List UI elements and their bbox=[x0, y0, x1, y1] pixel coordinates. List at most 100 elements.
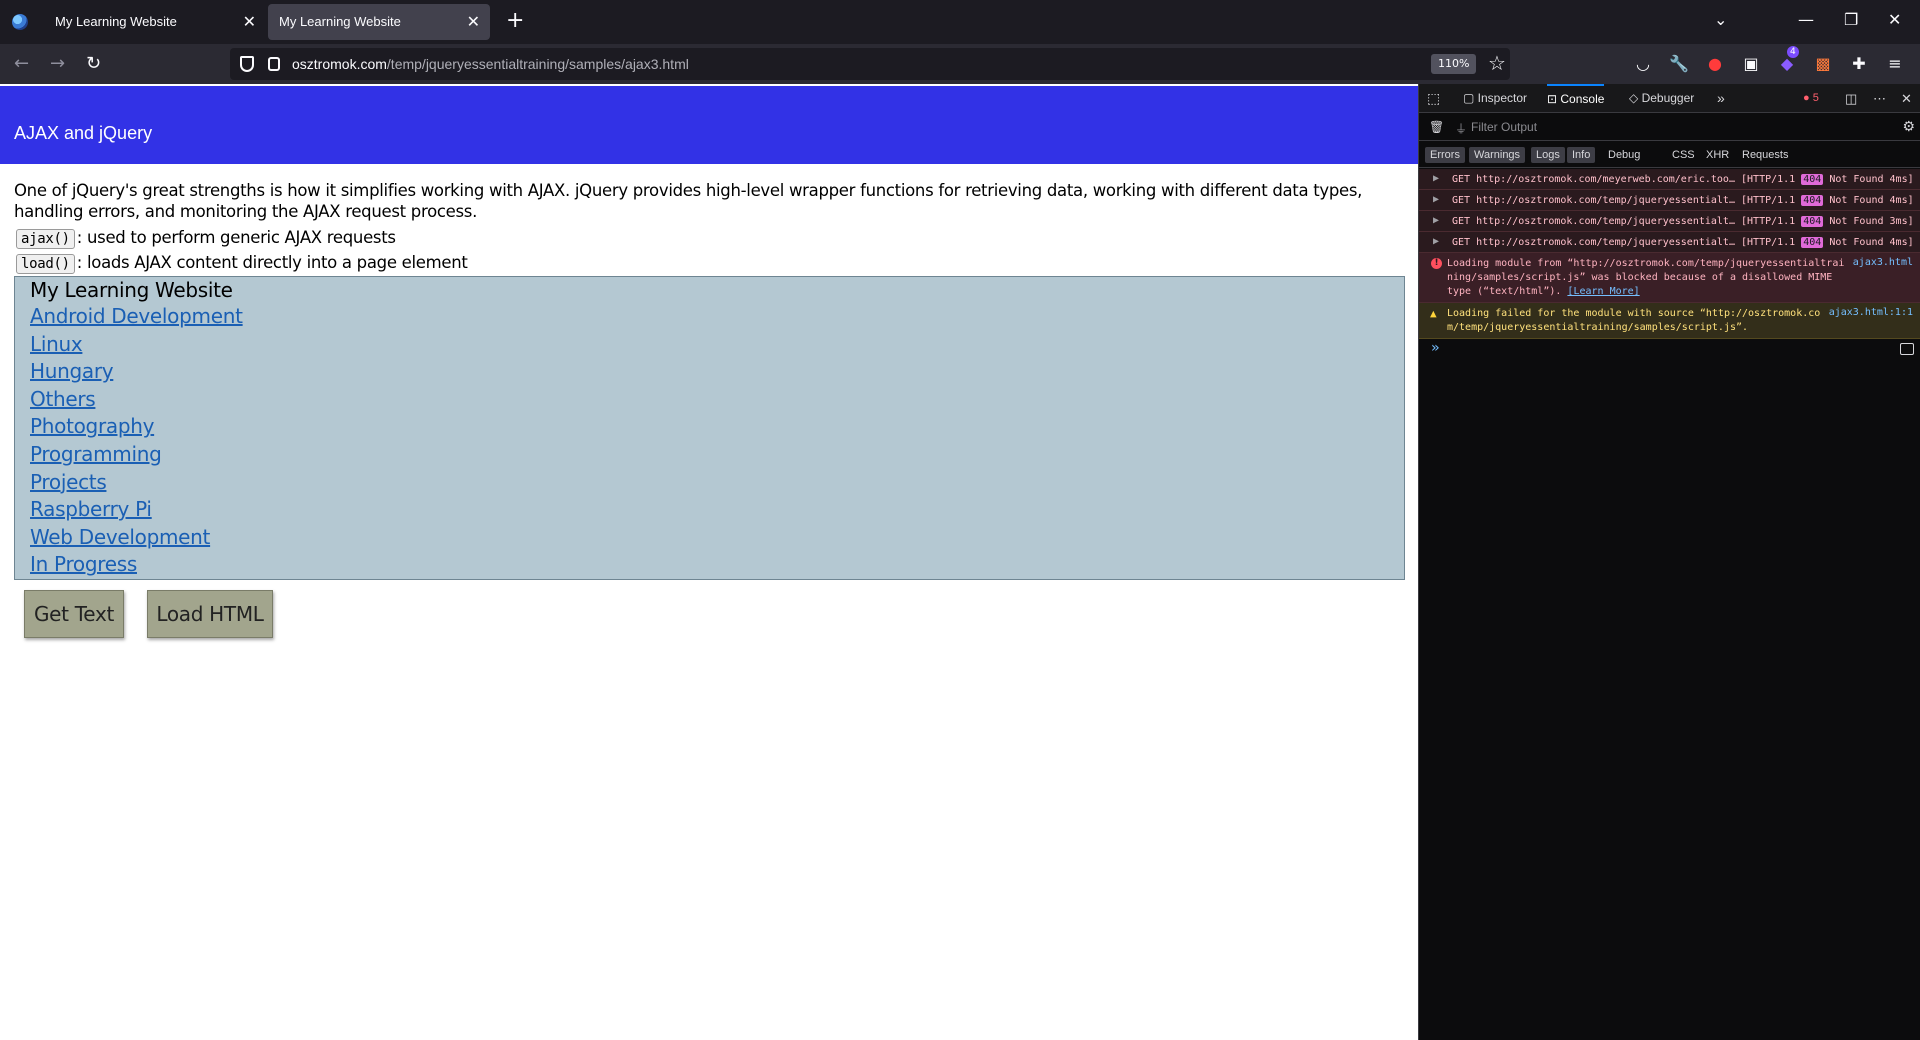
warning-source-link[interactable]: ajax3.html:1:1 bbox=[1829, 307, 1913, 318]
link-projects[interactable]: Projects bbox=[30, 470, 107, 494]
tab-1[interactable]: My Learning Website ✕ bbox=[44, 4, 266, 40]
element-picker-icon[interactable]: ⬚ bbox=[1427, 84, 1440, 113]
request-url: http://osztromok.com/meyerweb.com/eric.t… bbox=[1476, 174, 1735, 185]
clear-console-trash-icon[interactable]: 🗑 bbox=[1429, 120, 1444, 134]
close-devtools-icon[interactable]: ✕ bbox=[1901, 84, 1912, 113]
insecure-lock-icon[interactable] bbox=[268, 57, 280, 71]
code-ajax: ajax() bbox=[16, 229, 75, 249]
filter-css[interactable]: CSS bbox=[1667, 147, 1700, 163]
tab-console[interactable]: ⊡ Console bbox=[1547, 84, 1605, 113]
filter-xhr[interactable]: XHR bbox=[1701, 147, 1734, 163]
request-method: GET bbox=[1452, 237, 1471, 248]
minimize-icon[interactable]: — bbox=[1798, 10, 1814, 29]
extension-orange-icon[interactable]: ▩ bbox=[1813, 54, 1833, 74]
link-programming[interactable]: Programming bbox=[30, 442, 162, 466]
list-all-tabs-chevron-icon[interactable]: ⌄ bbox=[1714, 10, 1727, 29]
console-network-message[interactable]: ▶ GET http://osztromok.com/temp/jqueryes… bbox=[1419, 190, 1920, 211]
url-host: osztromok.com bbox=[292, 56, 387, 72]
restore-icon[interactable]: ❐ bbox=[1844, 10, 1858, 29]
pocket-icon[interactable]: ◡ bbox=[1633, 54, 1653, 74]
content-title: My Learning Website bbox=[30, 278, 233, 302]
tab-2[interactable]: My Learning Website ✕ bbox=[268, 4, 490, 40]
back-icon[interactable]: ← bbox=[14, 52, 29, 76]
tab-inspector-label: Inspector bbox=[1477, 91, 1528, 105]
editor-mode-toggle-icon[interactable] bbox=[1900, 343, 1914, 355]
expand-arrow-icon[interactable]: ▶ bbox=[1433, 194, 1439, 205]
console-warning-message: ▲ Loading failed for the module with sou… bbox=[1419, 303, 1920, 339]
link-web-development[interactable]: Web Development bbox=[30, 525, 210, 549]
request-protocol: [HTTP/1.1 bbox=[1741, 237, 1796, 248]
filter-requests[interactable]: Requests bbox=[1737, 147, 1793, 163]
reload-icon[interactable]: ↻ bbox=[86, 52, 101, 76]
tab-2-title: My Learning Website bbox=[279, 14, 401, 29]
extension-red-icon[interactable]: ● bbox=[1705, 54, 1725, 74]
filter-info[interactable]: Info bbox=[1567, 147, 1596, 163]
intro-paragraph: One of jQuery's great strengths is how i… bbox=[14, 181, 1363, 221]
bookmark-star-icon[interactable]: ☆ bbox=[1488, 51, 1506, 75]
wrench-icon[interactable]: 🔧 bbox=[1669, 54, 1689, 74]
extensions-puzzle-icon[interactable]: ✚ bbox=[1849, 54, 1869, 74]
category-link-list: Android Development Linux Hungary Others… bbox=[30, 303, 243, 579]
link-linux[interactable]: Linux bbox=[30, 332, 83, 356]
expand-arrow-icon[interactable]: ▶ bbox=[1433, 215, 1439, 226]
extension-badge-icon[interactable]: ◆ 4 bbox=[1777, 46, 1799, 74]
list-item: Projects bbox=[30, 469, 243, 497]
tracking-protection-shield-icon[interactable] bbox=[240, 56, 254, 72]
filter-output-input[interactable]: Filter Output bbox=[1471, 120, 1537, 134]
console-network-message[interactable]: ▶ GET http://osztromok.com/temp/jqueryes… bbox=[1419, 232, 1920, 253]
list-item: Others bbox=[30, 386, 243, 414]
request-method: GET bbox=[1452, 174, 1471, 185]
firefox-logo-icon[interactable] bbox=[12, 14, 28, 30]
zoom-level[interactable]: 110% bbox=[1431, 54, 1477, 74]
expand-arrow-icon[interactable]: ▶ bbox=[1433, 173, 1439, 184]
link-others[interactable]: Others bbox=[30, 387, 96, 411]
link-photography[interactable]: Photography bbox=[30, 414, 154, 438]
filter-errors[interactable]: Errors bbox=[1425, 147, 1465, 163]
console-settings-gear-icon[interactable]: ⚙ bbox=[1902, 118, 1915, 135]
tab-1-close-icon[interactable]: ✕ bbox=[243, 12, 256, 32]
definition-ajax-text: : used to perform generic AJAX requests bbox=[76, 228, 396, 247]
request-status-text: Not Found 4ms] bbox=[1829, 195, 1914, 206]
url-bar[interactable]: osztromok.com/temp/jqueryessentialtraini… bbox=[230, 48, 1510, 80]
url-text[interactable]: osztromok.com/temp/jqueryessentialtraini… bbox=[292, 56, 689, 72]
get-text-button[interactable]: Get Text bbox=[24, 590, 124, 638]
tab-2-close-icon[interactable]: ✕ bbox=[467, 12, 480, 32]
navigation-toolbar: ← → ↻ osztromok.com/temp/jqueryessential… bbox=[0, 44, 1920, 84]
tab-debugger-label: Debugger bbox=[1641, 91, 1695, 105]
list-item: Hungary bbox=[30, 358, 243, 386]
dock-side-icon[interactable]: ◫ bbox=[1845, 84, 1857, 113]
forward-icon[interactable]: → bbox=[50, 52, 65, 76]
request-url: http://osztromok.com/temp/jqueryessentia… bbox=[1476, 237, 1735, 248]
url-path: /temp/jqueryessentialtraining/samples/aj… bbox=[386, 56, 689, 72]
hamburger-menu-icon[interactable]: ≡ bbox=[1885, 54, 1905, 74]
link-android-development[interactable]: Android Development bbox=[30, 304, 243, 328]
console-input-prompt[interactable]: » bbox=[1431, 340, 1439, 356]
console-network-message[interactable]: ▶ GET http://osztromok.com/temp/jqueryes… bbox=[1419, 211, 1920, 232]
tab-inspector[interactable]: ▢ Inspector bbox=[1463, 84, 1527, 113]
load-html-button[interactable]: Load HTML bbox=[147, 590, 273, 638]
link-hungary[interactable]: Hungary bbox=[30, 359, 114, 383]
filter-debug[interactable]: Debug bbox=[1603, 147, 1645, 163]
error-line: type (“text/html”). bbox=[1447, 286, 1562, 297]
learn-more-link[interactable]: [Learn More] bbox=[1567, 286, 1639, 297]
extension-screen-icon[interactable]: ▣ bbox=[1741, 54, 1761, 74]
error-count: 5 bbox=[1812, 92, 1819, 104]
close-window-icon[interactable]: ✕ bbox=[1888, 10, 1901, 29]
filter-logs[interactable]: Logs bbox=[1531, 147, 1565, 163]
new-tab-icon[interactable]: + bbox=[506, 9, 524, 33]
error-source-link[interactable]: ajax3.html bbox=[1853, 257, 1913, 268]
error-count-badge[interactable]: ● 5 bbox=[1803, 92, 1819, 104]
devtools-menu-icon[interactable]: ⋯ bbox=[1873, 84, 1886, 113]
error-text: Loading module from “http://osztromok.co… bbox=[1447, 257, 1847, 299]
more-tools-chevron-icon[interactable]: » bbox=[1717, 84, 1725, 113]
link-raspberry-pi[interactable]: Raspberry Pi bbox=[30, 497, 152, 521]
filter-warnings[interactable]: Warnings bbox=[1469, 147, 1526, 163]
console-filter-bar: 🗑 ⏚ Filter Output ⚙ bbox=[1419, 114, 1920, 141]
expand-arrow-icon[interactable]: ▶ bbox=[1433, 236, 1439, 247]
console-error-message: ! Loading module from “http://osztromok.… bbox=[1419, 253, 1920, 303]
console-network-message[interactable]: ▶ GET http://osztromok.com/meyerweb.com/… bbox=[1419, 169, 1920, 190]
tab-debugger[interactable]: ◇ Debugger bbox=[1629, 84, 1694, 113]
error-line: ning/samples/script.js” was blocked beca… bbox=[1447, 272, 1833, 283]
link-in-progress[interactable]: In Progress bbox=[30, 552, 137, 576]
web-page: AJAX and jQuery One of jQuery's great st… bbox=[0, 84, 1418, 1040]
